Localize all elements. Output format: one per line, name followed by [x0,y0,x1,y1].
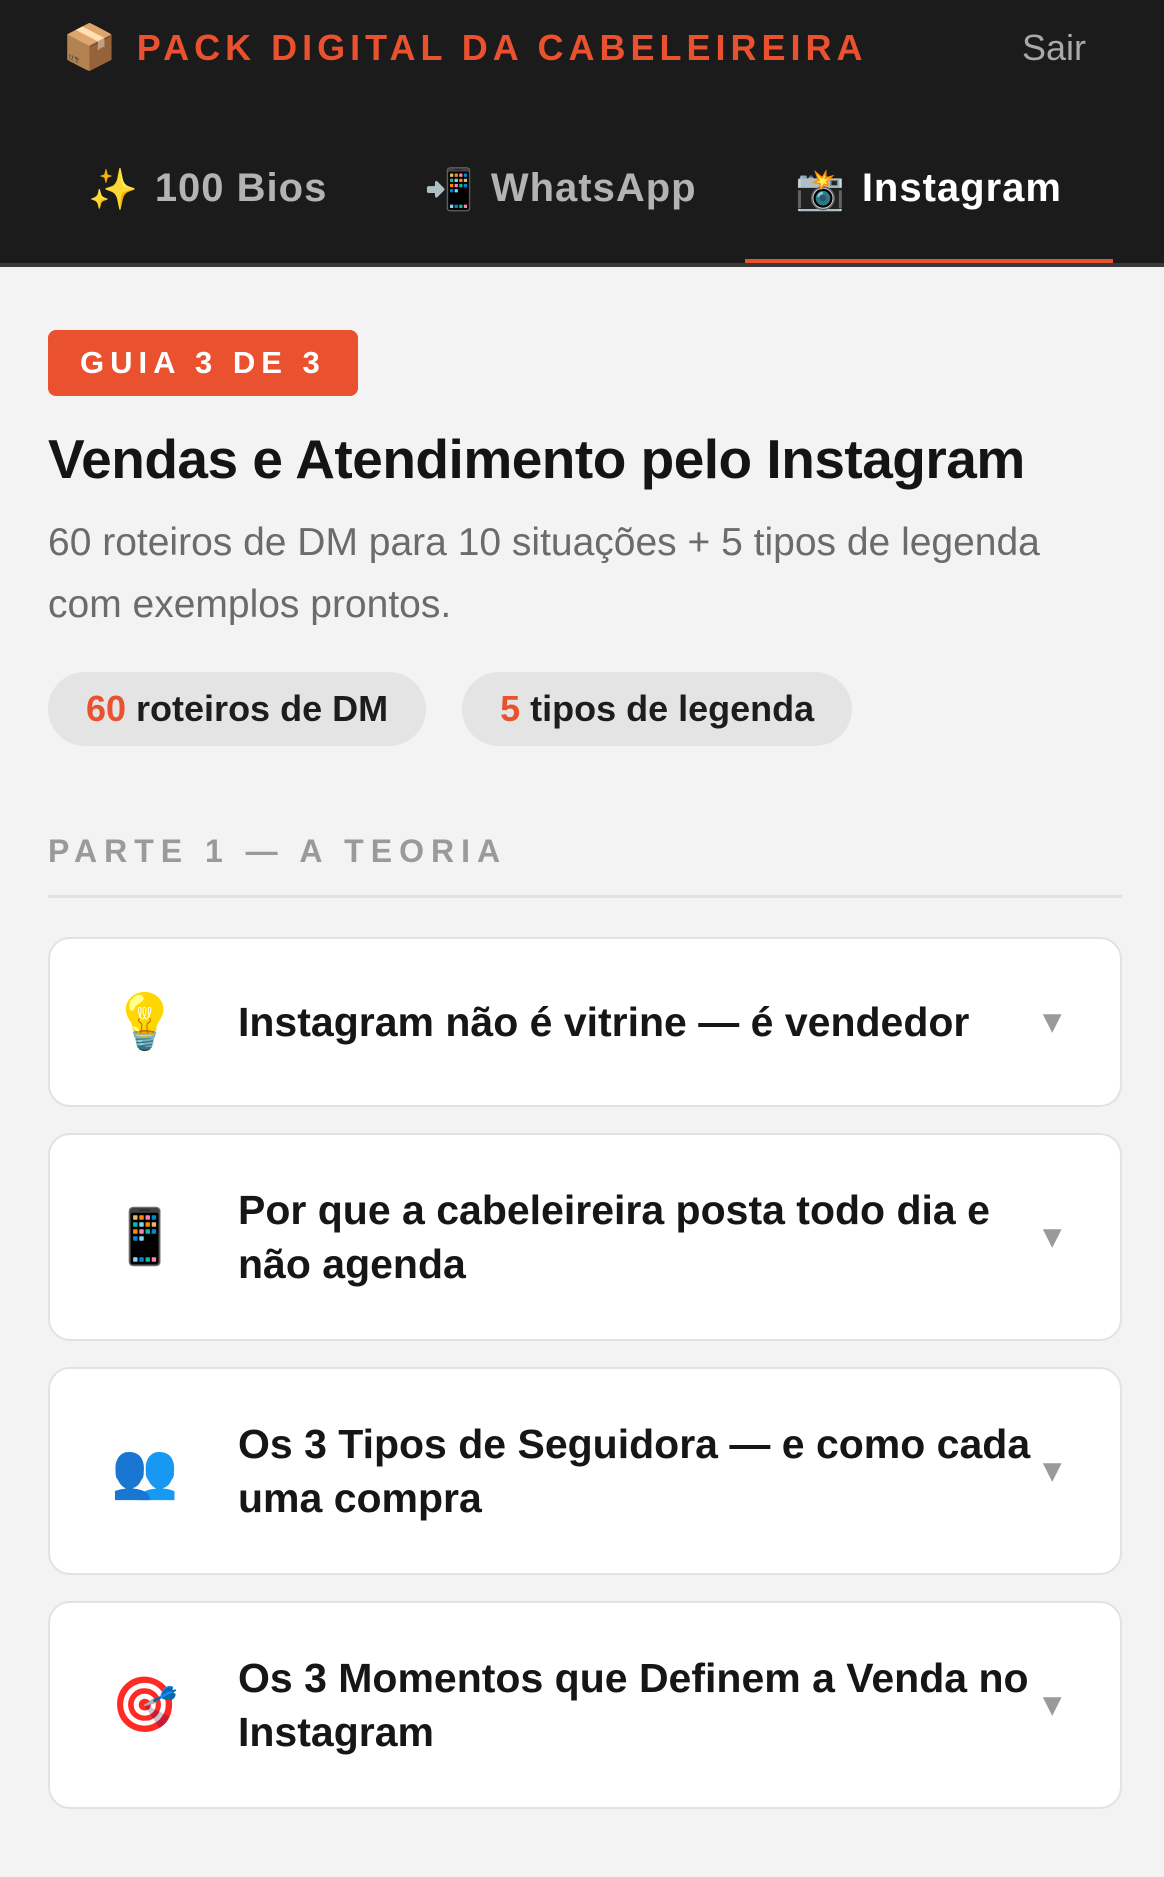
stats-chips: 60 roteiros de DM 5 tipos de legenda [48,672,888,746]
accordion-item-tipos-seguidora[interactable]: 👥 Os 3 Tipos de Seguidora — e como cada … [48,1367,1122,1575]
package-icon: 📦 [62,23,117,72]
accordion-title: Instagram não é vitrine — é vendedor [238,999,970,1045]
tab-instagram[interactable]: 📸 Instagram [745,140,1113,263]
accordion-item-posta-todo-dia[interactable]: 📱 Por que a cabeleireira posta todo dia … [48,1133,1122,1341]
mobile-phone-icon: 📱 [111,1206,179,1267]
chip-caption-types: 5 tipos de legenda [462,672,853,746]
brand[interactable]: 📦 PACK DIGITAL DA CABELEIREIRA [62,24,867,72]
section-label: PARTE 1 — A TEORIA [48,833,508,869]
chip-number: 60 [86,688,127,729]
accordion-item-momentos-venda[interactable]: 🎯 Os 3 Momentos que Definem a Venda no I… [48,1601,1122,1809]
chevron-down-icon[interactable]: ▼ [1036,1687,1068,1724]
accordion-title: Os 3 Momentos que Definem a Venda no Ins… [238,1655,1029,1755]
guide-badge: GUIA 3 DE 3 [48,330,358,396]
tab-label: 100 Bios [154,166,328,210]
people-icon: 👥 [111,1440,179,1501]
page-title: Vendas e Atendimento pelo Instagram [48,428,1025,490]
camera-flash-icon: 📸 [795,168,846,212]
chip-label: roteiros de DM [136,688,389,729]
chip-dm-scripts: 60 roteiros de DM [48,672,427,746]
light-bulb-icon: 💡 [111,991,179,1052]
accordion-item-vitrine[interactable]: 💡 Instagram não é vitrine — é vendedor ▼ [48,937,1122,1107]
chevron-down-icon[interactable]: ▼ [1036,1219,1068,1256]
mobile-arrow-icon: 📲 [424,168,475,212]
tab-label: Instagram [861,166,1062,210]
top-header: 📦 PACK DIGITAL DA CABELEIREIRA Sair ✨ 10… [0,0,1164,267]
sparkles-icon: ✨ [88,168,139,212]
page-subtitle: 60 roteiros de DM para 10 situações + 5 … [48,521,1040,626]
chevron-down-icon[interactable]: ▼ [1036,1004,1068,1041]
accordion-title: Os 3 Tipos de Seguidora — e como cada um… [238,1421,1031,1521]
accordion-title: Por que a cabeleireira posta todo dia e … [238,1187,990,1287]
target-icon: 🎯 [111,1674,179,1735]
section-divider [48,895,1122,898]
brand-title: PACK DIGITAL DA CABELEIREIRA [136,27,868,68]
chevron-down-icon[interactable]: ▼ [1036,1453,1068,1490]
chip-label: tipos de legenda [530,688,815,729]
tab-label: WhatsApp [490,166,697,210]
logout-button[interactable]: Sair [1022,24,1086,72]
chip-number: 5 [500,688,521,729]
tab-100-bios[interactable]: ✨ 100 Bios [88,140,327,263]
guide-tabs: ✨ 100 Bios 📲 WhatsApp 📸 Instagram [0,140,1164,263]
tab-whatsapp[interactable]: 📲 WhatsApp [424,140,697,263]
